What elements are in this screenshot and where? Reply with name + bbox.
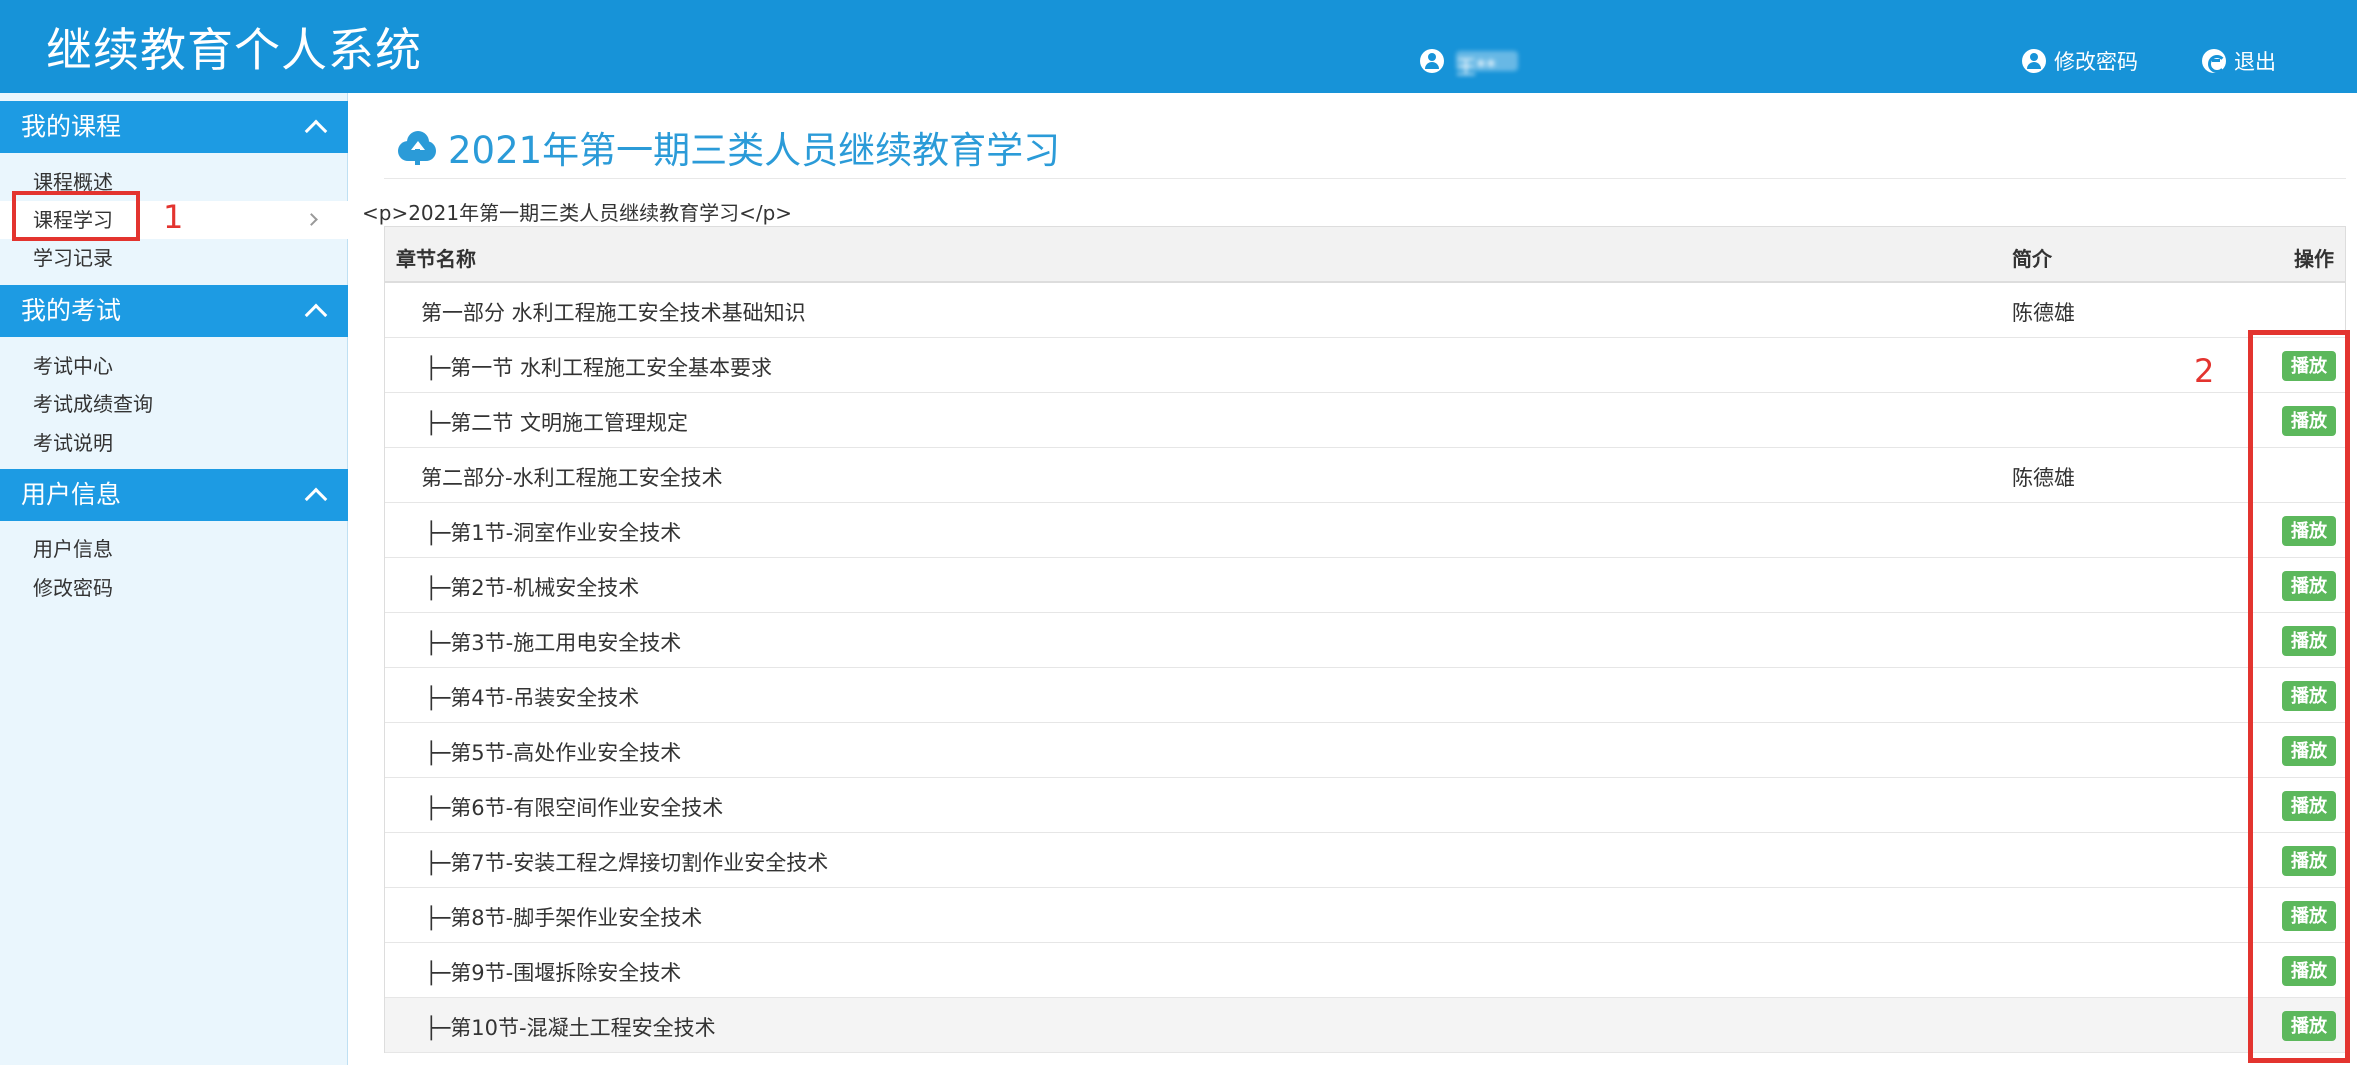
chapter-name: ├─第二节 文明施工管理规定 bbox=[425, 411, 688, 435]
table-row: ├─第8节-脚手架作业安全技术 播放 bbox=[385, 888, 2345, 943]
chapter-name: ├─第5节-高处作业安全技术 bbox=[425, 741, 682, 765]
table-body: 第一部分 水利工程施工安全技术基础知识 陈德雄 ├─第一节 水利工程施工安全基本要求… bbox=[385, 283, 2345, 1053]
cloud-upload-icon bbox=[396, 129, 438, 165]
title-divider bbox=[384, 178, 2346, 179]
table-row: ├─第一节 水利工程施工安全基本要求 播放 bbox=[385, 338, 2345, 393]
column-header-chapter-name: 章节名称 bbox=[396, 247, 476, 271]
logout-icon bbox=[2202, 49, 2226, 73]
table-row: 第二部分-水利工程施工安全技术 陈德雄 bbox=[385, 448, 2345, 503]
annotation-box-1 bbox=[12, 191, 140, 241]
user-circle-icon bbox=[2022, 49, 2046, 73]
chapter-name: ├─第10节-混凝土工程安全技术 bbox=[425, 1016, 716, 1040]
chapter-name: ├─第2节-机械安全技术 bbox=[425, 576, 640, 600]
change-password-link[interactable]: 修改密码 bbox=[2022, 46, 2138, 76]
logout-link[interactable]: 退出 bbox=[2202, 46, 2276, 76]
table-row: ├─第7节-安装工程之焊接切割作业安全技术 播放 bbox=[385, 833, 2345, 888]
table-row: ├─第1节-洞室作业安全技术 播放 bbox=[385, 503, 2345, 558]
column-header-intro: 简介 bbox=[2012, 247, 2052, 271]
sidebar-section-my-courses[interactable]: 我的课程 bbox=[0, 101, 348, 153]
column-header-action: 操作 bbox=[2294, 247, 2334, 271]
table-row: ├─第4节-吊装安全技术 播放 bbox=[385, 668, 2345, 723]
table-row: ├─第9节-围堰拆除安全技术 播放 bbox=[385, 943, 2345, 998]
user-name: 王** bbox=[1456, 51, 1518, 79]
chapter-name: ├─第4节-吊装安全技术 bbox=[425, 686, 640, 710]
page-title-text: 2021年第一期三类人员继续教育学习 bbox=[448, 129, 1061, 172]
table-row: ├─第10节-混凝土工程安全技术 播放 bbox=[385, 998, 2345, 1053]
chapter-name: 第一部分 水利工程施工安全技术基础知识 bbox=[421, 301, 806, 325]
chapter-name: ├─第7节-安装工程之焊接切割作业安全技术 bbox=[425, 851, 829, 875]
table-row: ├─第5节-高处作业安全技术 播放 bbox=[385, 723, 2345, 778]
change-password-label: 修改密码 bbox=[2054, 50, 2138, 74]
chapter-name: ├─第8节-脚手架作业安全技术 bbox=[425, 906, 703, 930]
chapter-table: 章节名称 简介 操作 第一部分 水利工程施工安全技术基础知识 陈德雄 ├─第一节 水… bbox=[384, 226, 2346, 1053]
chapter-name: ├─第3节-施工用电安全技术 bbox=[425, 631, 682, 655]
table-row: ├─第3节-施工用电安全技术 播放 bbox=[385, 613, 2345, 668]
section-title: 用户信息 bbox=[21, 480, 122, 509]
chapter-intro: 陈德雄 bbox=[2012, 301, 2075, 325]
annotation-box-2 bbox=[2248, 330, 2350, 1063]
annotation-number-2: 2 bbox=[2194, 352, 2215, 390]
table-row: ├─第6节-有限空间作业安全技术 播放 bbox=[385, 778, 2345, 833]
chapter-name: ├─第6节-有限空间作业安全技术 bbox=[425, 796, 724, 820]
section-title: 我的课程 bbox=[21, 112, 122, 141]
section-title: 我的考试 bbox=[21, 296, 122, 325]
annotation-number-1: 1 bbox=[163, 198, 184, 236]
chapter-name: ├─第一节 水利工程施工安全基本要求 bbox=[425, 356, 772, 380]
table-row: ├─第2节-机械安全技术 播放 bbox=[385, 558, 2345, 613]
course-description-raw: <p>2021年第一期三类人员继续教育学习</p> bbox=[362, 201, 793, 225]
chevron-right-icon bbox=[305, 213, 318, 226]
chapter-name: ├─第1节-洞室作业安全技术 bbox=[425, 521, 682, 545]
chapter-intro: 陈德雄 bbox=[2012, 466, 2075, 490]
table-header-row: 章节名称 简介 操作 bbox=[385, 227, 2345, 283]
chapter-name: 第二部分-水利工程施工安全技术 bbox=[421, 466, 723, 490]
logout-label: 退出 bbox=[2234, 50, 2276, 74]
chevron-up-icon bbox=[304, 303, 328, 327]
sidebar-item-exam-center[interactable]: 考试中心 bbox=[0, 347, 348, 385]
sidebar-item-study-records[interactable]: 学习记录 bbox=[0, 239, 348, 277]
sidebar-section-user-info[interactable]: 用户信息 bbox=[0, 469, 348, 521]
current-user[interactable]: 王** bbox=[1420, 46, 1518, 79]
top-header-bar: 继续教育个人系统 王** 修改密码 退出 bbox=[0, 0, 2357, 93]
page-title: 2021年第一期三类人员继续教育学习 bbox=[396, 120, 1060, 174]
chevron-up-icon bbox=[304, 119, 328, 143]
table-row: ├─第二节 文明施工管理规定 播放 bbox=[385, 393, 2345, 448]
sidebar-section-my-exams[interactable]: 我的考试 bbox=[0, 285, 348, 337]
app-title: 继续教育个人系统 bbox=[46, 23, 422, 77]
chapter-name: ├─第9节-围堰拆除安全技术 bbox=[425, 961, 682, 985]
user-icon bbox=[1420, 49, 1444, 73]
sidebar-item-user-info[interactable]: 用户信息 bbox=[0, 530, 348, 568]
chevron-up-icon bbox=[304, 487, 328, 511]
sidebar-item-exam-score-query[interactable]: 考试成绩查询 bbox=[0, 385, 348, 423]
sidebar-item-exam-instructions[interactable]: 考试说明 bbox=[0, 424, 348, 462]
table-row: 第一部分 水利工程施工安全技术基础知识 陈德雄 bbox=[385, 283, 2345, 338]
sidebar-item-change-password[interactable]: 修改密码 bbox=[0, 569, 348, 607]
